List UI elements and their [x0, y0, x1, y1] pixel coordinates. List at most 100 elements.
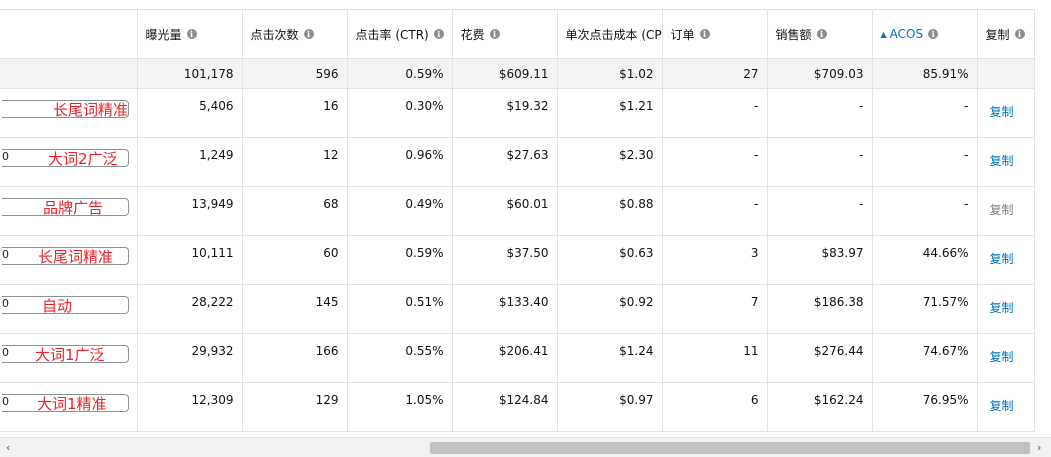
- cell-ctr: 0.59%: [347, 235, 453, 285]
- cell-sales: -: [767, 137, 873, 187]
- summary-spend: $609.11: [452, 58, 558, 89]
- cell-cpc: $0.92: [557, 284, 663, 334]
- campaign-table: 曝光量i点击次数i点击率 (CTR)i花费i单次点击成本 (CPC)订单i销售额…: [0, 9, 1035, 432]
- column-header-label: 复制: [985, 27, 1010, 42]
- cell-spend: $60.01: [452, 186, 558, 236]
- table-row: 0 自动 28,222 145 0.51% $133.40 $0.92 7 $186.38 71.…: [0, 284, 1035, 334]
- info-icon[interactable]: i: [433, 29, 444, 39]
- column-header-cpc[interactable]: 单次点击成本 (CPC): [557, 9, 663, 59]
- campaign-name-cell: 0 大词1精准: [0, 382, 138, 432]
- cell-cpc: $1.21: [557, 88, 663, 138]
- cell-ctr: 0.51%: [347, 284, 453, 334]
- cell-impressions: 28,222: [137, 284, 243, 334]
- cell-ctr: 0.49%: [347, 186, 453, 236]
- scroll-left-icon[interactable]: ‹: [6, 441, 10, 454]
- cell-sales: -: [767, 88, 873, 138]
- copy-link[interactable]: 复制: [977, 284, 1035, 334]
- cell-cpc: $2.30: [557, 137, 663, 187]
- cell-sales: -: [767, 186, 873, 236]
- cell-cpc: $0.88: [557, 186, 663, 236]
- cell-clicks: 12: [242, 137, 348, 187]
- copy-link[interactable]: 复制: [977, 137, 1035, 187]
- table-row: 0 大词2广泛 1,249 12 0.96% $27.63 $2.30- - - 复制: [0, 137, 1035, 187]
- column-header-sales[interactable]: 销售额 i: [767, 9, 873, 59]
- column-header-label: 点击率 (CTR): [355, 27, 429, 42]
- summary-cpc: $1.02: [557, 58, 663, 89]
- scrollbar-thumb[interactable]: [430, 442, 1030, 454]
- column-header-label: 单次点击成本 (CPC): [565, 27, 662, 42]
- campaign-annotation-label: 大词1广泛: [35, 346, 105, 364]
- cell-orders: -: [662, 186, 768, 236]
- column-header-clicks[interactable]: 点击次数 i: [242, 9, 348, 59]
- column-header-spend[interactable]: 花费 i: [452, 9, 558, 59]
- campaign-name-cell: 0 大词1广泛: [0, 333, 138, 383]
- scroll-right-icon[interactable]: ›: [1037, 441, 1041, 454]
- campaign-name-cell: 0 长尾词精准: [0, 235, 138, 285]
- cell-orders: -: [662, 137, 768, 187]
- summary-sales: $709.03: [767, 58, 873, 89]
- info-icon[interactable]: i: [699, 29, 710, 39]
- info-icon[interactable]: i: [928, 29, 939, 39]
- summary-copy-cell: [977, 58, 1035, 89]
- cell-impressions: 10,111: [137, 235, 243, 285]
- cell-orders: -: [662, 88, 768, 138]
- campaign-name-cell: 品牌广告: [0, 186, 138, 236]
- campaign-annotation-label: 大词2广泛: [48, 150, 118, 168]
- column-header-impressions[interactable]: 曝光量 i: [137, 9, 243, 59]
- cell-sales: $162.24: [767, 382, 873, 432]
- column-header-label: 花费: [460, 27, 485, 42]
- info-icon[interactable]: i: [186, 29, 197, 39]
- table-row: 0 长尾词精准 10,111 60 0.59% $37.50 $0.63 3 $83.97 44.…: [0, 235, 1035, 285]
- summary-impressions: 101,178: [137, 58, 243, 89]
- column-header-label: 销售额: [775, 27, 812, 42]
- info-icon[interactable]: i: [1014, 29, 1025, 39]
- campaign-name-cell: 0 大词2广泛: [0, 137, 138, 187]
- campaign-annotation-label: 大词1精准: [37, 395, 107, 413]
- column-header-copy[interactable]: 复制 i: [977, 9, 1035, 59]
- summary-ctr: 0.59%: [347, 58, 453, 89]
- column-header-label: 订单: [670, 27, 695, 42]
- sort-ascending-icon[interactable]: ▲: [881, 30, 887, 39]
- campaign-name-fragment: 0: [2, 150, 9, 163]
- cell-spend: $133.40: [452, 284, 558, 334]
- campaign-name-fragment: 0: [2, 395, 9, 408]
- cell-orders: 7: [662, 284, 768, 334]
- campaign-annotation-label: 自动: [42, 297, 73, 315]
- cell-ctr: 0.55%: [347, 333, 453, 383]
- cell-ctr: 1.05%: [347, 382, 453, 432]
- cell-ctr: 0.96%: [347, 137, 453, 187]
- cell-acos: 76.95%: [872, 382, 978, 432]
- column-header-ctr[interactable]: 点击率 (CTR) i: [347, 9, 453, 59]
- cell-spend: $27.63: [452, 137, 558, 187]
- cell-orders: 6: [662, 382, 768, 432]
- table-row: 0 大词1广泛 29,932 166 0.55% $206.41 $1.24 11 $276.4…: [0, 333, 1035, 383]
- copy-link[interactable]: 复制: [977, 235, 1035, 285]
- cell-acos: -: [872, 137, 978, 187]
- copy-link[interactable]: 复制: [977, 333, 1035, 383]
- info-icon[interactable]: i: [303, 29, 314, 39]
- cell-clicks: 16: [242, 88, 348, 138]
- summary-row: 101,178 596 0.59% $609.11 $1.02 27 $709.03 85.9…: [0, 58, 1035, 89]
- campaign-name-cell: 0 自动: [0, 284, 138, 334]
- cell-acos: 44.66%: [872, 235, 978, 285]
- cell-sales: $276.44: [767, 333, 873, 383]
- info-icon[interactable]: i: [816, 29, 827, 39]
- column-header-name[interactable]: [0, 9, 138, 59]
- horizontal-scrollbar[interactable]: ‹ ›: [0, 437, 1051, 457]
- campaign-name-fragment: 0: [2, 297, 9, 310]
- campaign-annotation-label: 长尾词精准: [53, 101, 129, 119]
- copy-link: 复制: [977, 186, 1035, 236]
- cell-spend: $19.32: [452, 88, 558, 138]
- column-header-label: 曝光量: [145, 27, 182, 42]
- copy-link[interactable]: 复制: [977, 382, 1035, 432]
- column-header-orders[interactable]: 订单 i: [662, 9, 768, 59]
- column-header-label: 点击次数: [250, 27, 299, 42]
- campaign-name-fragment: 0: [2, 248, 9, 261]
- info-icon[interactable]: i: [489, 29, 500, 39]
- summary-acos: 85.91%: [872, 58, 978, 89]
- copy-link[interactable]: 复制: [977, 88, 1035, 138]
- cell-acos: -: [872, 88, 978, 138]
- table-row: 品牌广告 13,949 68 0.49% $60.01 $0.88- - - 复制: [0, 186, 1035, 236]
- cell-orders: 3: [662, 235, 768, 285]
- column-header-acos[interactable]: ▲ ACOS i: [872, 9, 978, 59]
